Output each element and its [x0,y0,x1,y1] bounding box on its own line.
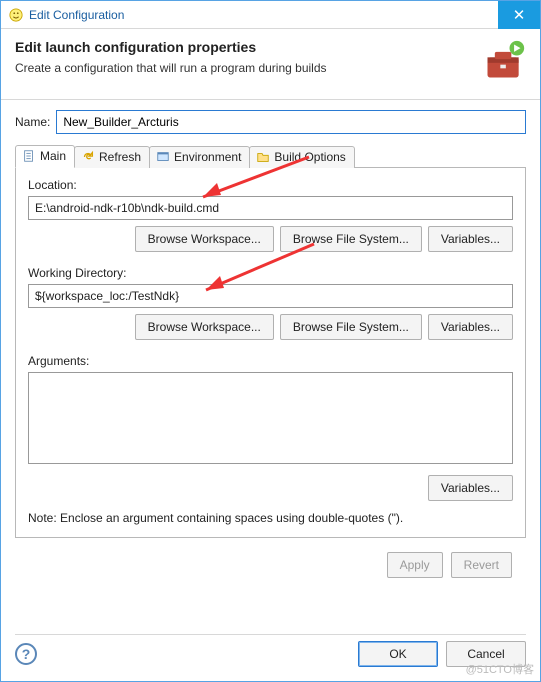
dialog-content: Name: Main Refresh Environment [1,100,540,628]
tab-main[interactable]: Main [15,145,75,168]
window-title: Edit Configuration [29,8,498,22]
arguments-note: Note: Enclose an argument containing spa… [28,511,513,525]
browse-workspace-button-2[interactable]: Browse Workspace... [135,314,274,340]
location-input[interactable] [28,196,513,220]
header-title: Edit launch configuration properties [15,39,474,55]
refresh-icon [81,150,95,164]
header-icon [482,39,526,83]
tab-environment-label: Environment [174,150,241,164]
help-button[interactable]: ? [15,643,37,665]
working-dir-input[interactable] [28,284,513,308]
close-icon: ✕ [513,6,526,24]
dialog-header: Edit launch configuration properties Cre… [1,29,540,100]
variables-button[interactable]: Variables... [428,226,513,252]
tab-bar: Main Refresh Environment Build Options [15,144,526,168]
environment-icon [156,150,170,164]
main-panel: Location: Browse Workspace... Browse Fil… [15,168,526,538]
arguments-input[interactable] [28,372,513,464]
working-dir-buttons: Browse Workspace... Browse File System..… [28,314,513,340]
header-subtitle: Create a configuration that will run a p… [15,61,474,75]
tab-refresh-label: Refresh [99,150,141,164]
name-input[interactable] [56,110,526,134]
dialog-window: Edit Configuration ✕ Edit launch configu… [0,0,541,682]
tab-main-label: Main [40,149,66,163]
tab-build-options-label: Build Options [274,150,345,164]
apply-button[interactable]: Apply [387,552,443,578]
dialog-footer: ? OK Cancel [1,635,540,681]
browse-filesystem-button[interactable]: Browse File System... [280,226,422,252]
variables-button-2[interactable]: Variables... [428,314,513,340]
apply-revert-row: Apply Revert [15,538,526,588]
watermark: @51CTO博客 [466,661,534,677]
arguments-label: Arguments: [28,354,513,368]
close-button[interactable]: ✕ [498,1,540,29]
name-row: Name: [15,110,526,134]
titlebar: Edit Configuration ✕ [1,1,540,29]
variables-button-3[interactable]: Variables... [428,475,513,501]
arguments-buttons: Variables... [28,475,513,501]
location-label: Location: [28,178,513,192]
revert-button[interactable]: Revert [451,552,512,578]
tab-environment[interactable]: Environment [149,146,250,168]
folder-icon [256,150,270,164]
ok-button[interactable]: OK [358,641,438,667]
name-label: Name: [15,115,50,129]
tab-build-options[interactable]: Build Options [249,146,354,168]
working-dir-label: Working Directory: [28,266,513,280]
help-icon: ? [22,646,31,662]
app-icon [9,8,23,22]
location-buttons: Browse Workspace... Browse File System..… [28,226,513,252]
browse-filesystem-button-2[interactable]: Browse File System... [280,314,422,340]
tab-refresh[interactable]: Refresh [74,146,150,168]
browse-workspace-button[interactable]: Browse Workspace... [135,226,274,252]
document-icon [22,149,36,163]
